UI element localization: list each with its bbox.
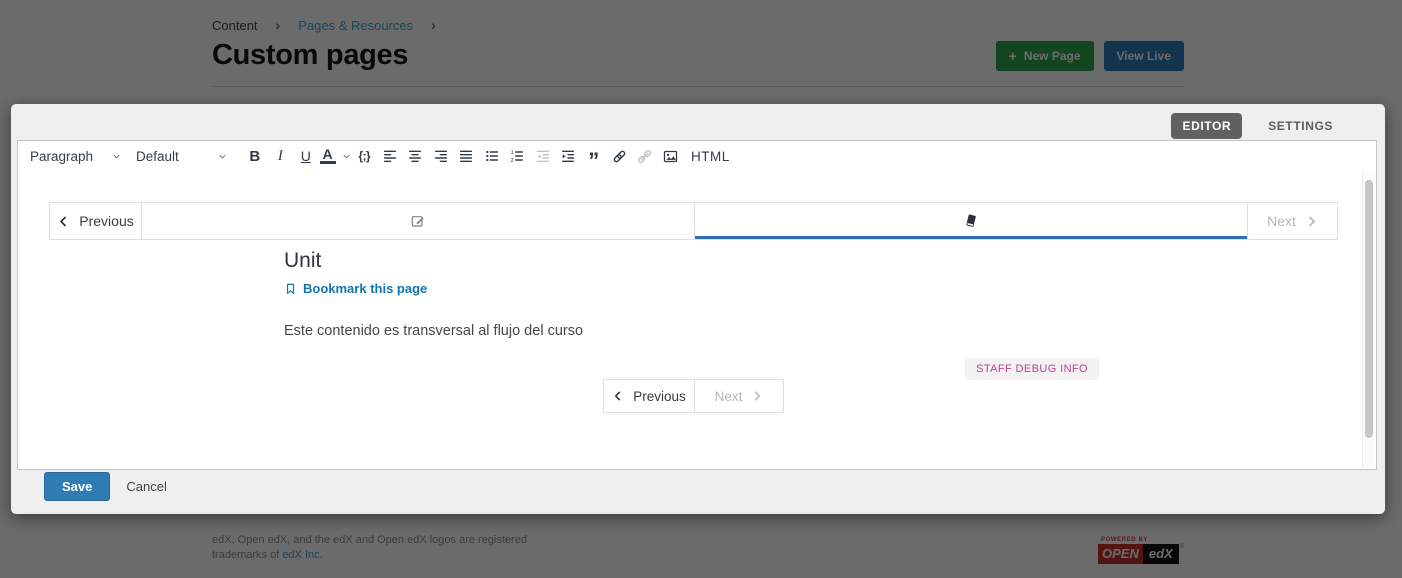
bottom-previous-label: Previous xyxy=(633,389,686,404)
numbered-list-icon: 12 xyxy=(509,148,525,164)
sequence-tab-2-active[interactable] xyxy=(694,202,1248,240)
editor-toolbar: Paragraph Default B I U A {;} xyxy=(18,141,1376,171)
bottom-next-label: Next xyxy=(715,389,743,404)
bookmark-label: Bookmark this page xyxy=(303,281,427,296)
editor-content-area[interactable]: Previous Next Unit Bookmark this page xyxy=(18,171,1376,469)
chevron-right-icon xyxy=(1305,215,1318,228)
align-right-icon xyxy=(433,148,449,164)
edit-pencil-square-icon xyxy=(410,213,426,229)
editor-settings-tabs: EDITOR SETTINGS xyxy=(1171,113,1333,139)
unlink-button[interactable] xyxy=(632,143,658,169)
sequence-next-button-disabled[interactable]: Next xyxy=(1247,202,1338,240)
svg-text:1: 1 xyxy=(511,150,514,156)
unlink-icon xyxy=(636,148,653,165)
numbered-list-button[interactable]: 12 xyxy=(505,143,531,169)
unit-title: Unit xyxy=(284,249,1114,273)
sequence-next-label: Next xyxy=(1267,213,1296,229)
tab-editor[interactable]: EDITOR xyxy=(1171,113,1242,139)
link-icon xyxy=(611,148,628,165)
chevron-left-icon xyxy=(612,390,624,402)
bookmark-icon xyxy=(284,282,297,296)
bold-button[interactable]: B xyxy=(242,143,268,169)
chevron-down-icon xyxy=(341,151,352,162)
align-justify-icon xyxy=(458,148,474,164)
svg-text:2: 2 xyxy=(511,158,514,164)
align-center-button[interactable] xyxy=(403,143,429,169)
unit-content: Unit Bookmark this page Este contenido e… xyxy=(284,249,1114,339)
unit-sequence-nav: Previous Next xyxy=(49,202,1338,240)
align-left-icon xyxy=(382,148,398,164)
chevron-down-icon xyxy=(111,151,122,162)
image-icon xyxy=(662,148,679,165)
indent-icon xyxy=(560,148,576,164)
unit-body-text: Este contenido es transversal al flujo d… xyxy=(284,323,1114,339)
align-right-button[interactable] xyxy=(428,143,454,169)
scrollbar-thumb[interactable] xyxy=(1365,180,1373,438)
link-button[interactable] xyxy=(607,143,633,169)
chevron-right-icon xyxy=(751,390,763,402)
bookmark-this-page-link[interactable]: Bookmark this page xyxy=(284,281,1114,296)
page-editor-modal: EDITOR SETTINGS Paragraph Default B I U … xyxy=(11,104,1385,514)
sequence-previous-label: Previous xyxy=(79,213,133,229)
rich-text-editor: Paragraph Default B I U A {;} xyxy=(17,140,1377,470)
book-icon xyxy=(963,213,979,229)
outdent-icon xyxy=(535,148,551,164)
html-source-button[interactable]: HTML xyxy=(683,143,738,169)
italic-button[interactable]: I xyxy=(268,143,294,169)
outdent-button[interactable] xyxy=(530,143,556,169)
insert-image-button[interactable] xyxy=(658,143,684,169)
code-sample-button[interactable]: {;} xyxy=(352,143,378,169)
align-justify-button[interactable] xyxy=(454,143,480,169)
save-button[interactable]: Save xyxy=(44,472,110,501)
indent-button[interactable] xyxy=(556,143,582,169)
block-format-select[interactable]: Paragraph xyxy=(30,149,122,164)
bullet-list-button[interactable] xyxy=(479,143,505,169)
scrollbar-track[interactable] xyxy=(1362,171,1375,468)
block-format-value: Paragraph xyxy=(30,149,93,164)
underline-button[interactable]: U xyxy=(293,143,319,169)
bottom-next-button-disabled[interactable]: Next xyxy=(694,379,784,413)
tab-settings[interactable]: SETTINGS xyxy=(1268,119,1333,133)
align-left-button[interactable] xyxy=(377,143,403,169)
modal-footer-actions: Save Cancel xyxy=(44,472,167,501)
unit-bottom-nav: Previous Next xyxy=(603,379,784,413)
cancel-button[interactable]: Cancel xyxy=(126,479,166,494)
bullet-list-icon xyxy=(484,148,500,164)
sequence-tab-1[interactable] xyxy=(141,202,695,240)
text-color-a-glyph: A xyxy=(320,148,336,164)
align-center-icon xyxy=(407,148,423,164)
blockquote-button[interactable]: ” xyxy=(581,143,607,169)
text-color-button[interactable]: A xyxy=(319,148,352,164)
sequence-previous-button[interactable]: Previous xyxy=(49,202,142,240)
chevron-down-icon xyxy=(217,151,228,162)
staff-debug-info-button[interactable]: STAFF DEBUG INFO xyxy=(965,358,1099,380)
chevron-left-icon xyxy=(57,215,70,228)
font-select[interactable]: Default xyxy=(136,149,228,164)
font-value: Default xyxy=(136,149,179,164)
bottom-previous-button[interactable]: Previous xyxy=(603,379,695,413)
